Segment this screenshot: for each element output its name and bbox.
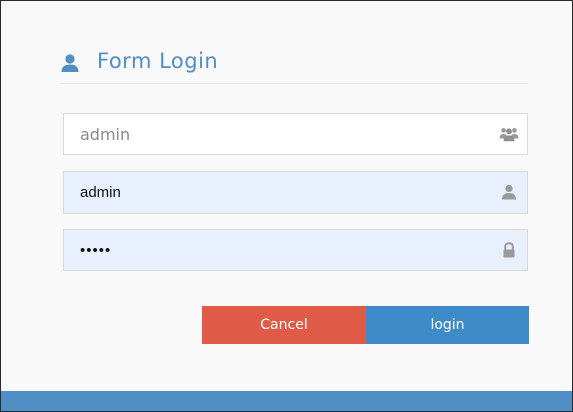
cancel-button[interactable]: Cancel <box>202 306 366 344</box>
user-icon <box>502 184 516 200</box>
form-header: Form Login <box>60 45 528 84</box>
username-field[interactable] <box>63 171 528 214</box>
password-input[interactable] <box>64 230 527 270</box>
lock-icon <box>503 242 515 258</box>
group-input[interactable] <box>64 114 527 154</box>
login-panel: Form Login Cancel login <box>0 0 573 412</box>
login-button[interactable]: login <box>366 306 529 344</box>
group-field[interactable] <box>63 113 528 155</box>
form-title: Form Login <box>97 49 219 73</box>
username-input[interactable] <box>64 172 527 213</box>
users-icon <box>499 128 519 142</box>
user-icon <box>61 54 79 72</box>
footer-bar <box>1 391 572 411</box>
password-field[interactable] <box>63 229 528 271</box>
